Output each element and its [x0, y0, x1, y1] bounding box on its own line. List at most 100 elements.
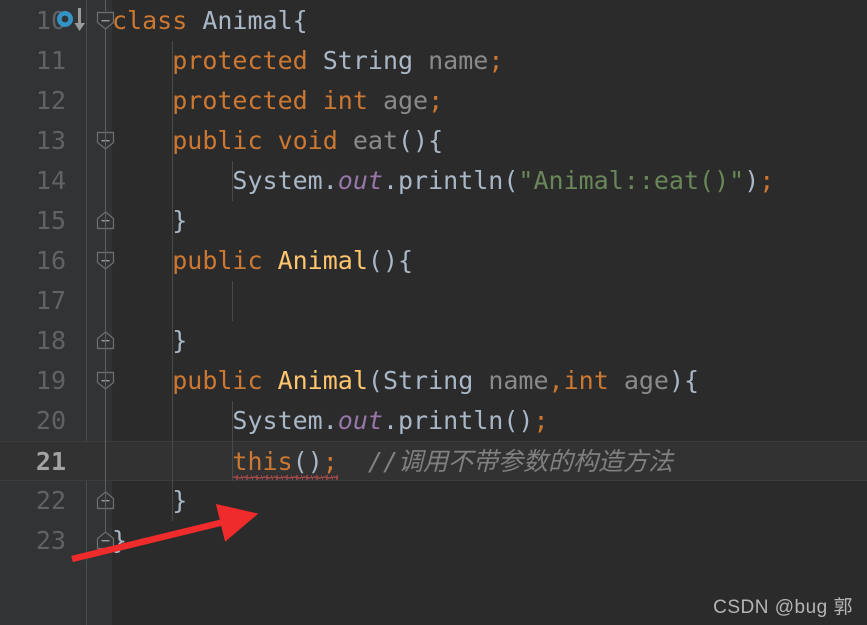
code-line[interactable]: 22 } — [0, 481, 867, 521]
line-number[interactable]: 17 — [0, 281, 66, 321]
indent-guide — [172, 41, 174, 521]
fold-region-line — [105, 389, 106, 493]
line-code[interactable]: this(); //调用不带参数的构造方法 — [112, 442, 673, 482]
fold-close-icon[interactable] — [96, 531, 115, 550]
code-line[interactable]: 20 System.out.println(); — [0, 401, 867, 441]
token-class-name: System — [232, 406, 323, 435]
indent-guide — [232, 281, 234, 321]
token-punc: (){ — [398, 126, 444, 155]
line-code[interactable]: System.out.println(); — [112, 401, 549, 441]
line-number[interactable]: 23 — [0, 521, 66, 561]
token-punc: .println( — [382, 166, 519, 195]
code-line[interactable]: 14 System.out.println("Animal::eat()"); — [0, 161, 867, 201]
token-identifier: age — [623, 366, 669, 395]
fold-region-line — [105, 0, 106, 11]
line-number[interactable]: 12 — [0, 81, 66, 121]
token-identifier: name — [428, 46, 489, 75]
token-punc: .println() — [382, 406, 534, 435]
token-class-name: System — [232, 166, 323, 195]
indent-guide — [232, 401, 234, 481]
code-line[interactable]: 19 public Animal(String name,int age){ — [0, 361, 867, 401]
token-semi: ; — [428, 86, 444, 115]
token-keyword: protected int — [172, 86, 383, 115]
line-code[interactable]: } — [112, 481, 187, 521]
token-punc: ( — [367, 366, 383, 395]
token-keyword: this — [232, 447, 293, 476]
line-number[interactable]: 16 — [0, 241, 66, 281]
fold-open-icon[interactable] — [96, 11, 115, 30]
token-punc: ) — [744, 166, 760, 195]
token-punc: } — [112, 486, 188, 515]
token-class-name: String — [382, 366, 474, 395]
line-code[interactable]: protected int age; — [112, 81, 443, 121]
token-semi: ; — [533, 406, 549, 435]
line-code[interactable]: } — [112, 201, 187, 241]
line-code[interactable]: public Animal(String name,int age){ — [112, 361, 699, 401]
code-line[interactable]: 10 class Animal{ — [0, 1, 867, 41]
token-keyword: protected — [172, 46, 323, 75]
code-line[interactable]: 11 protected String name; — [0, 41, 867, 81]
indent-guide — [232, 161, 234, 201]
token-punc: (){ — [367, 246, 414, 275]
code-line[interactable]: 12 protected int age; — [0, 81, 867, 121]
implementation-marker-icon[interactable] — [54, 6, 90, 36]
token-punc: . — [322, 406, 338, 435]
token-keyword: class — [112, 6, 203, 35]
watermark: CSDN @bug 郭 — [713, 597, 853, 618]
token-constructor-name: Animal — [277, 246, 368, 275]
code-line[interactable]: 16 public Animal(){ — [0, 241, 867, 281]
line-number[interactable]: 18 — [0, 321, 66, 361]
token-punc: } — [112, 326, 188, 355]
line-number[interactable]: 13 — [0, 121, 66, 161]
fold-region-line — [105, 269, 106, 333]
line-number[interactable]: 21 — [0, 442, 66, 482]
code-line[interactable]: 18 } — [0, 321, 867, 361]
code-line[interactable]: 13 public void eat(){ — [0, 121, 867, 161]
token-keyword: public — [172, 366, 278, 395]
token-semi: ; — [488, 46, 504, 75]
token-static-field: out — [337, 166, 383, 195]
token-semi: ; — [759, 166, 775, 195]
token-semi: , — [548, 366, 564, 395]
line-code[interactable]: protected String name; — [112, 41, 503, 81]
line-code[interactable]: class Animal{ — [112, 1, 308, 41]
line-number[interactable]: 15 — [0, 201, 66, 241]
line-number[interactable]: 20 — [0, 401, 66, 441]
line-code[interactable]: public void eat(){ — [112, 121, 443, 161]
code-line[interactable]: 15 } — [0, 201, 867, 241]
line-number[interactable]: 19 — [0, 361, 66, 401]
code-line[interactable]: 23} — [0, 521, 867, 561]
code-line[interactable]: 17 — [0, 281, 867, 321]
token-class-name: Animal — [202, 6, 293, 35]
token-static-field: out — [337, 406, 383, 435]
line-code[interactable]: public Animal(){ — [112, 241, 413, 281]
token-punc: { — [292, 6, 308, 35]
token-punc: } — [112, 206, 188, 235]
line-number[interactable]: 14 — [0, 161, 66, 201]
token-class-name: String — [322, 46, 414, 75]
token-constructor-name: Animal — [277, 366, 368, 395]
code-editor[interactable]: 10 class Animal{11 protected String name;… — [0, 0, 867, 625]
token-keyword: public — [172, 246, 278, 275]
token-punc: ){ — [668, 366, 700, 395]
token-string-literal: "Animal::eat()" — [518, 166, 745, 195]
token-keyword: public void — [172, 126, 353, 155]
line-code[interactable]: } — [112, 321, 187, 361]
token-semi: ; — [322, 447, 338, 476]
code-line[interactable]: 21 this(); //调用不带参数的构造方法 — [0, 441, 867, 481]
line-number[interactable]: 22 — [0, 481, 66, 521]
line-number[interactable]: 11 — [0, 41, 66, 81]
line-code[interactable]: System.out.println("Animal::eat()"); — [112, 161, 774, 201]
token-identifier: name — [488, 366, 549, 395]
token-punc: . — [322, 166, 338, 195]
token-identifier: age — [382, 86, 429, 115]
error-squiggle: this(); — [232, 442, 339, 482]
